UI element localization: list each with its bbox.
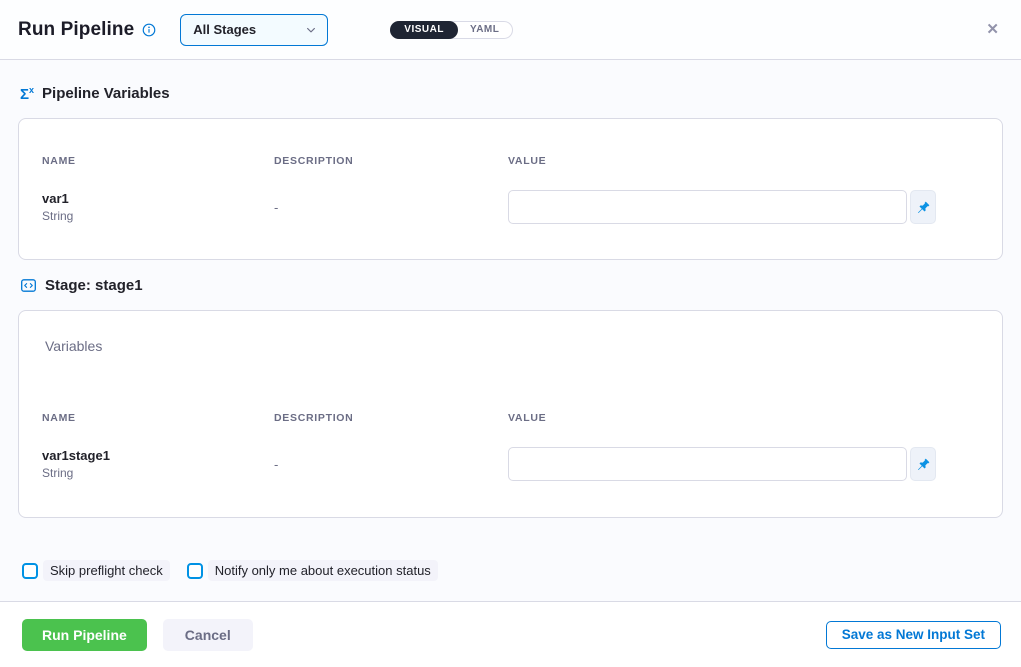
info-icon[interactable] xyxy=(142,23,156,37)
stage-variables-card-title: Variables xyxy=(45,338,936,354)
visual-yaml-toggle: VISUAL YAML xyxy=(390,21,513,39)
pin-input-type-button[interactable] xyxy=(910,190,936,224)
sigma-variables-icon: Σx xyxy=(20,86,34,102)
pipeline-variables-table-header: NAME DESCRIPTION VALUE xyxy=(42,155,936,167)
cancel-button[interactable]: Cancel xyxy=(163,619,253,651)
var1-value-input[interactable] xyxy=(508,190,907,224)
run-pipeline-modal: Run Pipeline All Stages VISUAL YAML ✕ xyxy=(0,0,1021,667)
column-header-name: NAME xyxy=(42,412,274,424)
variable-name-cell: var1 String xyxy=(42,191,274,223)
run-pipeline-button[interactable]: Run Pipeline xyxy=(22,619,147,651)
variable-type: String xyxy=(42,466,274,480)
skip-preflight-option[interactable]: Skip preflight check xyxy=(22,560,170,581)
page-title: Run Pipeline xyxy=(18,19,134,41)
modal-body: Σx Pipeline Variables NAME DESCRIPTION V… xyxy=(0,60,1021,601)
column-header-description: DESCRIPTION xyxy=(274,412,508,424)
pipeline-variables-heading: Σx Pipeline Variables xyxy=(20,85,1003,102)
variable-description: - xyxy=(274,200,508,215)
table-row: var1 String - xyxy=(42,190,936,224)
var1stage1-value-input[interactable] xyxy=(508,447,907,481)
notify-me-option[interactable]: Notify only me about execution status xyxy=(187,560,438,581)
column-header-description: DESCRIPTION xyxy=(274,155,508,167)
variable-value-cell xyxy=(508,190,936,224)
save-as-new-input-set-button[interactable]: Save as New Input Set xyxy=(826,621,1001,649)
stage-title: Stage: stage1 xyxy=(45,277,143,294)
chevron-down-icon xyxy=(305,24,317,36)
column-header-name: NAME xyxy=(42,155,274,167)
pin-icon xyxy=(916,457,931,472)
pipeline-variables-title: Pipeline Variables xyxy=(42,85,170,102)
table-row: var1stage1 String - xyxy=(42,447,936,481)
column-header-value: VALUE xyxy=(508,155,936,167)
variable-value-cell xyxy=(508,447,936,481)
stage-variables-table-header: NAME DESCRIPTION VALUE xyxy=(42,412,936,424)
stage-heading: Stage: stage1 xyxy=(20,277,1003,294)
variable-name: var1stage1 xyxy=(42,448,274,463)
toggle-visual[interactable]: VISUAL xyxy=(390,21,458,39)
skip-preflight-label: Skip preflight check xyxy=(43,560,170,581)
modal-footer: Run Pipeline Cancel Save as New Input Se… xyxy=(0,601,1021,667)
notify-me-checkbox[interactable] xyxy=(187,563,203,579)
stage-variables-card: Variables NAME DESCRIPTION VALUE var1sta… xyxy=(18,310,1003,518)
variable-name: var1 xyxy=(42,191,274,206)
stage-code-icon xyxy=(20,277,37,294)
column-header-value: VALUE xyxy=(508,412,936,424)
variable-type: String xyxy=(42,209,274,223)
pin-icon xyxy=(916,200,931,215)
variable-description: - xyxy=(274,457,508,472)
stage-selector-dropdown[interactable]: All Stages xyxy=(180,14,328,46)
modal-header: Run Pipeline All Stages VISUAL YAML ✕ xyxy=(0,0,1021,60)
notify-me-label: Notify only me about execution status xyxy=(208,560,438,581)
toggle-yaml[interactable]: YAML xyxy=(457,22,512,38)
close-icon[interactable]: ✕ xyxy=(982,18,1003,41)
execution-options: Skip preflight check Notify only me abou… xyxy=(22,560,1003,581)
pin-input-type-button[interactable] xyxy=(910,447,936,481)
variable-name-cell: var1stage1 String xyxy=(42,448,274,480)
pipeline-variables-card: NAME DESCRIPTION VALUE var1 String - xyxy=(18,118,1003,260)
stage-selector-value: All Stages xyxy=(193,22,256,37)
skip-preflight-checkbox[interactable] xyxy=(22,563,38,579)
